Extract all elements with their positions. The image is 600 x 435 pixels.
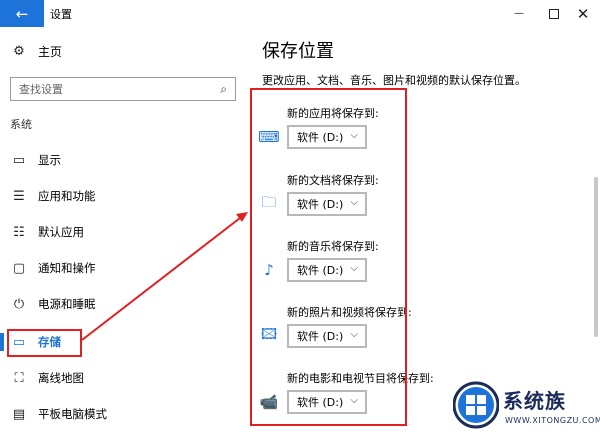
dropdown-value: 软件 (D:)	[297, 198, 344, 211]
sidebar-item-label: 通知和操作	[38, 261, 96, 275]
photos-videos-save-location-dropdown[interactable]: 软件 (D:) ⌵	[287, 324, 367, 348]
back-button[interactable]: ←	[0, 0, 44, 27]
sidebar-item-label: 平板电脑模式	[38, 407, 107, 421]
keyboard-app-icon: ⌨	[258, 128, 280, 146]
sidebar-item-label: 存储	[38, 335, 61, 349]
dropdown-value: 软件 (D:)	[297, 131, 344, 144]
default-apps-icon: ☷	[13, 224, 25, 240]
documents-save-location-dropdown[interactable]: 软件 (D:) ⌵	[287, 192, 367, 216]
search-box[interactable]: ⌕	[10, 77, 236, 101]
close-icon: ✕	[576, 4, 590, 23]
sidebar-item-storage[interactable]: ▭ 存储	[0, 327, 245, 357]
search-icon[interactable]: ⌕	[220, 82, 227, 97]
setting-label-movies-tv: 新的电影和电视节目将保存到:	[287, 372, 434, 385]
windows-logo-icon	[453, 381, 499, 429]
dropdown-value: 软件 (D:)	[297, 264, 344, 277]
sidebar-item-label: 应用和功能	[38, 189, 96, 203]
gear-icon: ⚙	[13, 43, 25, 59]
music-note-icon: ♪	[264, 261, 274, 279]
setting-label-music: 新的音乐将保存到:	[287, 240, 379, 253]
dropdown-value: 软件 (D:)	[297, 330, 344, 343]
sidebar-item-default-apps[interactable]: ☷ 默认应用	[0, 217, 245, 247]
sidebar-item-offline-maps[interactable]: ⛶ 离线地图	[0, 363, 245, 393]
search-input[interactable]	[19, 82, 199, 96]
sidebar-item-label: 显示	[38, 153, 61, 167]
document-folder-icon: 🗀	[261, 192, 277, 211]
section-label-system: 系统	[10, 118, 32, 131]
watermark-brand: 系统族	[503, 389, 566, 413]
sidebar-item-apps[interactable]: ☰ 应用和功能	[0, 181, 245, 211]
page-title: 保存位置	[262, 41, 334, 62]
notification-icon: ▢	[12, 260, 26, 276]
setting-label-photos-videos: 新的照片和视频将保存到:	[287, 306, 412, 319]
sidebar-item-label: 电源和睡眠	[38, 297, 96, 311]
close-button[interactable]: ✕	[560, 0, 600, 27]
sidebar-item-tablet-mode[interactable]: ▤ 平板电脑模式	[0, 399, 245, 429]
sidebar-home[interactable]: ⚙ 主页	[0, 37, 245, 65]
monitor-icon: ▭	[12, 152, 26, 168]
watermark-domain: WWW.XITONGZU.COM	[505, 416, 600, 425]
video-camera-icon: 📹	[259, 393, 279, 411]
sidebar-item-notifications[interactable]: ▢ 通知和操作	[0, 253, 245, 283]
title-bar: ← 设置 — ✕	[0, 0, 600, 27]
maximize-icon	[549, 8, 559, 19]
sidebar-item-power[interactable]: ⏻ 电源和睡眠	[0, 289, 245, 319]
setting-label-apps: 新的应用将保存到:	[287, 107, 379, 120]
scrollbar[interactable]	[594, 177, 598, 337]
page-description: 更改应用、文档、音乐、图片和视频的默认保存位置。	[262, 74, 526, 87]
back-arrow-icon: ←	[15, 4, 29, 23]
minimize-icon: —	[514, 8, 524, 19]
sidebar-item-label: 离线地图	[38, 371, 84, 385]
power-icon: ⏻	[13, 296, 25, 312]
tablet-mode-icon: ▤	[12, 406, 26, 422]
active-indicator	[0, 333, 4, 351]
map-icon: ⛶	[14, 370, 24, 386]
chevron-down-icon: ⌵	[350, 395, 358, 406]
main-content: 保存位置 更改应用、文档、音乐、图片和视频的默认保存位置。 新的应用将保存到: …	[245, 27, 600, 435]
picture-icon: 🖾	[260, 324, 278, 343]
apps-save-location-dropdown[interactable]: 软件 (D:) ⌵	[287, 125, 367, 149]
chevron-down-icon: ⌵	[350, 130, 358, 141]
sidebar: ⚙ 主页 ⌕ 系统 ▭ 显示 ☰ 应用和功能 ☷ 默认应用 ▢ 通知和操作 ⏻ …	[0, 27, 245, 435]
chevron-down-icon: ⌵	[350, 263, 358, 274]
chevron-down-icon: ⌵	[350, 197, 358, 208]
sidebar-home-label: 主页	[38, 44, 63, 59]
sidebar-item-label: 默认应用	[38, 225, 84, 239]
window-title: 设置	[50, 8, 72, 21]
storage-icon: ▭	[12, 334, 26, 350]
setting-label-documents: 新的文档将保存到:	[287, 174, 379, 187]
music-save-location-dropdown[interactable]: 软件 (D:) ⌵	[287, 258, 367, 282]
sidebar-item-display[interactable]: ▭ 显示	[0, 145, 245, 175]
chevron-down-icon: ⌵	[350, 329, 358, 340]
dropdown-value: 软件 (D:)	[297, 396, 344, 409]
apps-list-icon: ☰	[13, 188, 25, 204]
movies-tv-save-location-dropdown[interactable]: 软件 (D:) ⌵	[287, 390, 367, 414]
watermark: 系统族 WWW.XITONGZU.COM	[449, 375, 600, 435]
